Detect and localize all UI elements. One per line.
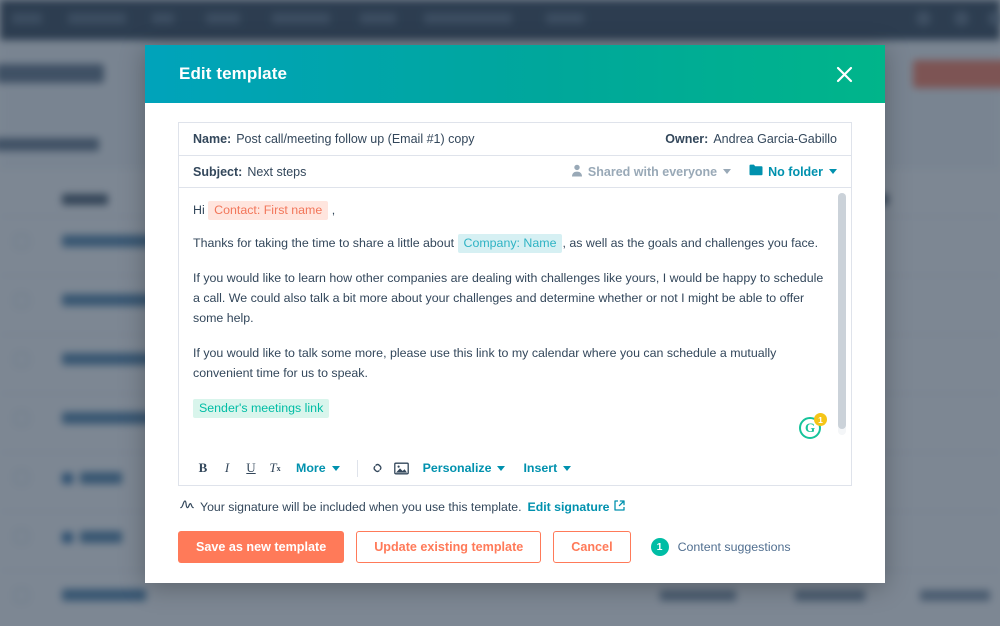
signature-text: Your signature will be included when you… bbox=[200, 499, 522, 514]
name-value[interactable]: Post call/meeting follow up (Email #1) c… bbox=[236, 132, 474, 146]
greeting-suffix: , bbox=[331, 203, 336, 217]
personalize-label: Personalize bbox=[422, 461, 492, 475]
underline-button[interactable]: U bbox=[239, 456, 263, 480]
edit-template-modal: Edit template Name: Post call/meeting fo… bbox=[145, 45, 885, 583]
editor-paragraph-thanks: Thanks for taking the time to share a li… bbox=[193, 233, 825, 253]
edit-signature-label: Edit signature bbox=[527, 499, 610, 514]
template-name-row: Name: Post call/meeting follow up (Email… bbox=[179, 123, 851, 155]
toolbar-divider bbox=[356, 459, 358, 477]
image-icon[interactable] bbox=[390, 456, 414, 480]
editor-paragraph-calendar: If you would like to talk some more, ple… bbox=[193, 346, 777, 380]
chevron-down-icon bbox=[497, 465, 506, 471]
shared-with-label: Shared with everyone bbox=[587, 164, 718, 179]
chevron-down-icon bbox=[723, 169, 732, 174]
personalization-token-meetings-link[interactable]: Sender's meetings link bbox=[193, 399, 330, 418]
close-icon[interactable] bbox=[831, 61, 857, 87]
insert-label: Insert bbox=[523, 461, 558, 475]
template-subject-row: Subject: Next steps Shared with everyone bbox=[179, 155, 851, 187]
editor-scrollbar-thumb[interactable] bbox=[838, 193, 846, 429]
editor-paragraph-learn: If you would like to learn how other com… bbox=[193, 271, 824, 325]
external-link-icon bbox=[613, 499, 625, 514]
more-label: More bbox=[296, 461, 326, 475]
save-as-new-template-button[interactable]: Save as new template bbox=[178, 531, 345, 563]
personalize-dropdown[interactable]: Personalize bbox=[414, 461, 515, 475]
signature-icon bbox=[180, 499, 194, 514]
modal-footer: Save as new template Update existing tem… bbox=[145, 514, 885, 583]
modal-title: Edit template bbox=[179, 64, 288, 83]
modal-header: Edit template bbox=[145, 45, 885, 103]
chevron-down-icon bbox=[563, 465, 572, 471]
bold-button[interactable]: B bbox=[191, 456, 215, 480]
content-suggestions[interactable]: 1 Content suggestions bbox=[650, 538, 791, 556]
person-icon bbox=[571, 164, 583, 180]
chevron-down-icon bbox=[331, 465, 340, 471]
subject-value[interactable]: Next steps bbox=[247, 165, 306, 179]
folder-dropdown[interactable]: No folder bbox=[749, 164, 837, 179]
chevron-down-icon bbox=[829, 169, 837, 174]
signature-notice: Your signature will be included when you… bbox=[178, 486, 852, 514]
italic-button[interactable]: I bbox=[215, 456, 239, 480]
thanks-text-after: , as well as the goals and challenges yo… bbox=[562, 236, 819, 250]
editor-scrollbar[interactable] bbox=[838, 193, 846, 435]
name-label: Name: bbox=[193, 132, 232, 146]
owner-value: Andrea Garcia-Gabillo bbox=[713, 132, 837, 146]
clear-formatting-sub: x bbox=[276, 463, 281, 473]
grammarly-icon[interactable]: G 1 bbox=[799, 413, 827, 441]
more-dropdown[interactable]: More bbox=[287, 461, 349, 475]
template-meta-card: Name: Post call/meeting follow up (Email… bbox=[178, 122, 852, 187]
clear-formatting-glyph: T bbox=[269, 460, 277, 475]
folder-icon bbox=[749, 164, 763, 179]
update-existing-template-button[interactable]: Update existing template bbox=[356, 531, 542, 563]
editor-content[interactable]: Hi Contact: First name , Thanks for taki… bbox=[179, 188, 851, 451]
modal-body: Name: Post call/meeting follow up (Email… bbox=[145, 103, 885, 514]
content-suggestions-count: 1 bbox=[650, 538, 669, 556]
subject-label: Subject: bbox=[193, 164, 243, 179]
greeting-prefix: Hi bbox=[193, 203, 205, 217]
folder-label: No folder bbox=[768, 164, 823, 179]
shared-with-dropdown[interactable]: Shared with everyone bbox=[571, 164, 732, 180]
editor-paragraph-greeting: Hi Contact: First name , bbox=[193, 200, 825, 220]
editor-toolbar: B I U Tx More Personalize Insert bbox=[179, 451, 851, 485]
link-icon[interactable] bbox=[366, 456, 390, 480]
email-body-editor: Hi Contact: First name , Thanks for taki… bbox=[178, 187, 852, 486]
clear-formatting-button[interactable]: Tx bbox=[263, 456, 287, 480]
personalization-token-company-name[interactable]: Company: Name bbox=[457, 234, 563, 253]
owner-label: Owner: bbox=[665, 132, 709, 146]
edit-signature-link[interactable]: Edit signature bbox=[528, 500, 625, 514]
thanks-text-before: Thanks for taking the time to share a li… bbox=[193, 236, 455, 250]
personalization-token-contact-first-name[interactable]: Contact: First name bbox=[208, 201, 329, 220]
cancel-button[interactable]: Cancel bbox=[553, 531, 631, 563]
grammarly-suggestion-count: 1 bbox=[814, 413, 827, 426]
content-suggestions-label: Content suggestions bbox=[677, 540, 791, 554]
insert-dropdown[interactable]: Insert bbox=[514, 461, 580, 475]
editor-paragraph-meetings-link: Sender's meetings link bbox=[193, 398, 825, 418]
